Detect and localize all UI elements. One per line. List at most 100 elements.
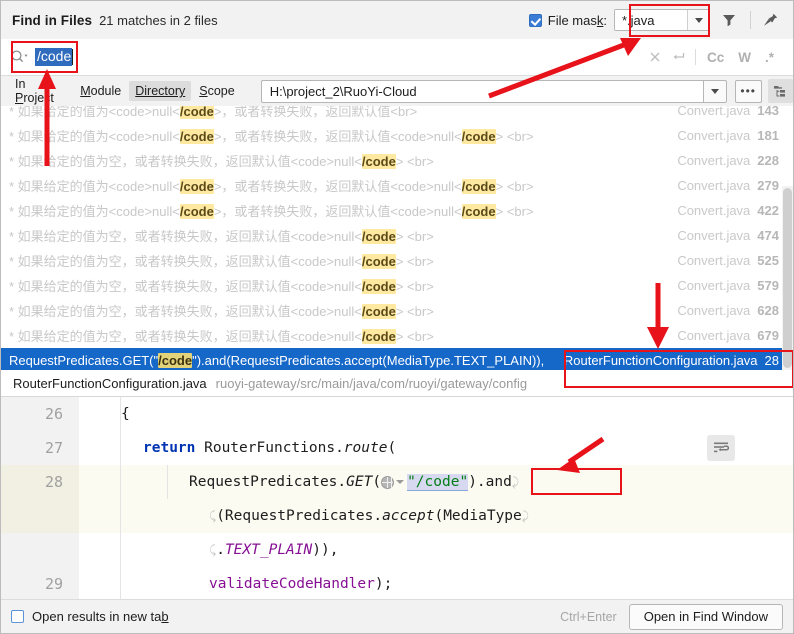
match-highlight: /code	[180, 179, 214, 194]
regex-toggle[interactable]: .*	[758, 50, 781, 65]
file-mask-combo[interactable]: *.java	[614, 9, 710, 31]
indent-guide	[120, 499, 121, 533]
soft-wrap-icon[interactable]	[707, 435, 735, 461]
scope-tab-module[interactable]: Module	[74, 81, 127, 101]
code-text: {	[121, 406, 130, 422]
match-highlight: /code	[362, 279, 396, 294]
code-line-29: 29 validateCodeHandler);	[1, 567, 793, 601]
globe-icon	[381, 476, 394, 489]
footer-actions: Ctrl+Enter Open in Find Window	[560, 604, 793, 630]
match-highlight: /code	[362, 154, 396, 169]
match-case-toggle[interactable]: Cc	[700, 50, 731, 65]
shortcut-hint: Ctrl+Enter	[560, 610, 617, 624]
file-mask-input[interactable]: *.java	[615, 10, 687, 30]
open-in-find-window-button[interactable]: Open in Find Window	[629, 604, 783, 630]
table-row-selected[interactable]: RequestPredicates.GET("/code").and(Reque…	[1, 348, 793, 370]
scope-tab-directory[interactable]: Directory	[129, 81, 191, 101]
result-match-text: * 如果给定的值为<code>null</code>，或者转换失败，返回默认值<…	[9, 106, 417, 120]
table-row[interactable]: * 如果给定的值为<code>null</code>，或者转换失败，返回默认值<…	[1, 198, 793, 223]
return-arrow-icon[interactable]	[667, 45, 691, 69]
gutter-bg	[1, 499, 79, 533]
result-line-number: 228	[757, 153, 779, 168]
indent-guide	[167, 465, 168, 499]
directory-path-dropdown-button[interactable]	[703, 80, 726, 103]
table-row[interactable]: * 如果给定的值为<code>null</code>，或者转换失败，返回默认值<…	[1, 173, 793, 198]
browse-directory-button[interactable]: •••	[735, 80, 762, 103]
result-location: Convert.java181	[677, 128, 779, 143]
code-text: validateCodeHandler);	[209, 576, 392, 592]
result-location: Convert.java228	[677, 153, 779, 168]
result-location: Convert.java 679	[677, 328, 779, 343]
match-highlight: /code	[180, 129, 214, 144]
filter-icon[interactable]	[716, 7, 742, 33]
indent-guide	[120, 533, 121, 567]
project-tree-icon[interactable]	[768, 79, 793, 103]
code-text: ⤹.TEXT_PLAIN)),	[209, 542, 338, 558]
search-row: /code Cc W .*	[1, 39, 793, 76]
soft-wrap-marker: ⤸	[512, 475, 519, 489]
table-row[interactable]: * 如果给定的值为空，或者转换失败，返回默认值<code>null</code>…	[1, 273, 793, 298]
indent-guide	[120, 431, 121, 465]
result-line-number: 628	[757, 303, 779, 318]
line-number: 27	[1, 439, 63, 457]
code-line-28: 28 RequestPredicates.GET("/code").and⤸	[1, 465, 793, 499]
indent-guide	[120, 465, 121, 499]
table-row[interactable]: * 如果给定的值为空，或者转换失败，返回默认值<code>null</code>…	[1, 248, 793, 273]
ellipsis-icon: •••	[740, 88, 756, 94]
result-location: Convert.java143	[677, 106, 779, 118]
page-title: Find in Files	[12, 13, 92, 28]
dialog-header: Find in Files 21 matches in 2 files File…	[1, 1, 793, 39]
result-match-text: * 如果给定的值为空，或者转换失败，返回默认值<code>null</code>…	[9, 226, 434, 245]
match-highlight: /code	[180, 106, 214, 119]
table-row[interactable]: * 如果给定的值为<code>null</code>，或者转换失败，返回默认值<…	[1, 123, 793, 148]
chevron-down-icon	[396, 480, 404, 484]
language-injection-icon[interactable]	[381, 475, 407, 490]
file-mask-checkbox[interactable]	[529, 14, 542, 27]
result-line-number: 579	[757, 278, 779, 293]
code-preview[interactable]: 26 { 27 return RouterFunctions.route( 28…	[1, 397, 793, 601]
file-mask-dropdown-button[interactable]	[687, 10, 709, 30]
scope-tab-scope[interactable]: Scope	[193, 81, 240, 101]
directory-path-input[interactable]: H:\project_2\RuoYi-Cloud	[261, 80, 704, 103]
result-file-name: Convert.java	[677, 328, 750, 343]
code-line-28-wrap-2: ⤹.TEXT_PLAIN)),	[1, 533, 793, 567]
table-row[interactable]: * 如果给定的值为空，或者转换失败，返回默认值<code>null</code>…	[1, 323, 793, 348]
selected-file-name: RouterFunctionConfiguration.java	[13, 376, 207, 391]
chevron-down-icon	[711, 89, 719, 94]
result-match-text: * 如果给定的值为空，或者转换失败，返回默认值<code>null</code>…	[9, 151, 434, 170]
search-icon[interactable]	[10, 47, 30, 67]
close-icon[interactable]	[643, 45, 667, 69]
result-location: Convert.java474	[677, 228, 779, 243]
code-text: return RouterFunctions.route(	[143, 440, 396, 456]
search-input[interactable]: /code	[35, 48, 72, 66]
result-match-text: * 如果给定的值为<code>null</code>，或者转换失败，返回默认值<…	[9, 176, 534, 195]
match-highlight: /code	[362, 329, 396, 344]
result-line-number: 28	[765, 353, 779, 368]
header-divider	[750, 11, 751, 29]
result-file-name: RouterFunctionConfiguration.java	[564, 353, 758, 368]
match-highlight: /code	[462, 179, 496, 194]
dialog-footer: Open results in new tab Ctrl+Enter Open …	[1, 599, 793, 633]
result-file-name: Convert.java	[677, 253, 750, 268]
result-location: Convert.java422	[677, 203, 779, 218]
result-match-text: * 如果给定的值为空，或者转换失败，返回默认值<code>null</code>…	[9, 276, 434, 295]
pin-icon[interactable]	[757, 7, 783, 33]
table-row[interactable]: * 如果给定的值为<code>null</code>，或者转换失败，返回默认值<…	[1, 106, 793, 123]
table-row[interactable]: * 如果给定的值为空，或者转换失败，返回默认值<code>null</code>…	[1, 148, 793, 173]
scope-tab-in-project[interactable]: In Project	[9, 74, 72, 108]
result-line-number: 679	[757, 328, 779, 343]
open-results-new-tab-checkbox[interactable]	[11, 610, 24, 623]
table-row[interactable]: * 如果给定的值为空，或者转换失败，返回默认值<code>null</code>…	[1, 298, 793, 323]
match-highlight: /code	[362, 254, 396, 269]
words-toggle[interactable]: W	[731, 50, 758, 65]
search-results-list[interactable]: * 如果给定的值为<code>null</code>，或者转换失败，返回默认值<…	[1, 106, 793, 370]
result-location: Convert.java579	[677, 278, 779, 293]
match-highlight: /code	[362, 229, 396, 244]
gutter-bg	[1, 533, 79, 567]
result-match-text: * 如果给定的值为空，或者转换失败，返回默认值<code>null</code>…	[9, 326, 434, 345]
code-text: ⤹(RequestPredicates.accept(MediaType⤸	[209, 508, 529, 524]
result-file-name: Convert.java	[677, 228, 750, 243]
result-line-number: 279	[757, 178, 779, 193]
table-row[interactable]: * 如果给定的值为空，或者转换失败，返回默认值<code>null</code>…	[1, 223, 793, 248]
results-scrollbar-thumb[interactable]	[783, 188, 792, 368]
